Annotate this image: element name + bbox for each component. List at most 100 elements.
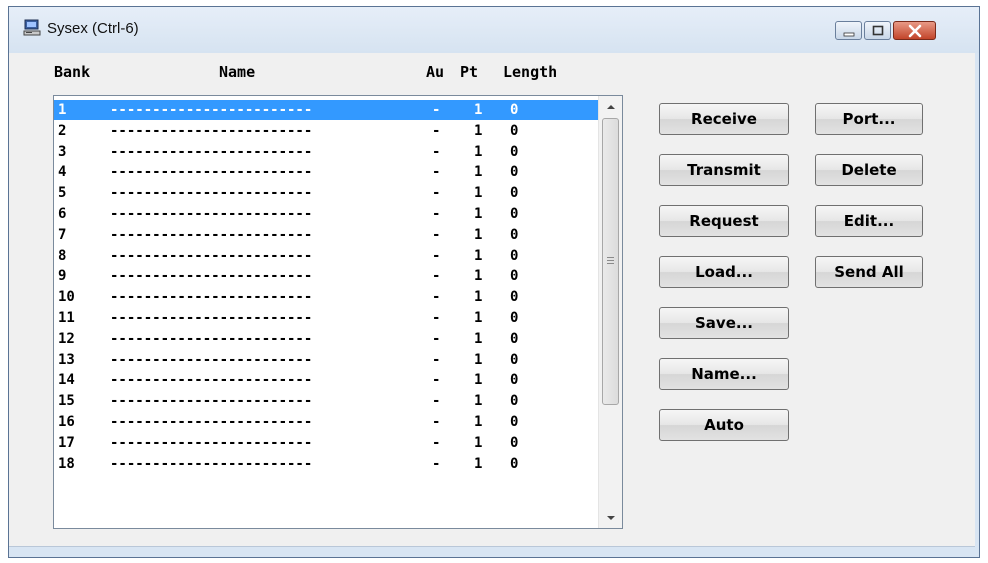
list-item[interactable]: 3 ------------------------ -1 0 (54, 142, 598, 162)
list-item[interactable]: 13 ------------------------ -1 0 (54, 350, 598, 370)
cell-au: - (432, 310, 441, 326)
list-item[interactable]: 16 ------------------------ -1 0 (54, 412, 598, 432)
name-button[interactable]: Name... (659, 358, 789, 390)
list-item[interactable]: 10 ------------------------ -1 0 (54, 287, 598, 307)
cell-name: ------------------------ (110, 455, 313, 472)
cell-bank: 13 (58, 351, 75, 368)
cell-name: ------------------------ (110, 268, 313, 285)
maximize-button[interactable] (864, 21, 891, 40)
cell-length: 0 (510, 372, 519, 389)
cell-pt: 1 (474, 185, 483, 202)
column-header-au: Au (426, 63, 445, 81)
list-item[interactable]: 17 ------------------------ -1 0 (54, 433, 598, 453)
title-bar[interactable]: Sysex (Ctrl-6) (9, 7, 979, 53)
cell-pt: 1 (474, 372, 483, 389)
cell-pt: 1 (474, 393, 483, 410)
cell-name: ------------------------ (110, 414, 313, 430)
client-area: Bank Name Au Pt Length 18 ---------------… (9, 53, 975, 547)
cell-length: 0 (510, 247, 519, 264)
close-icon (908, 24, 922, 38)
cell-pt: 1 (474, 143, 483, 160)
cell-length: 0 (510, 434, 519, 451)
cell-pt: 1 (474, 206, 483, 222)
list-item[interactable]: 9 ------------------------ -1 0 (54, 266, 598, 286)
list-item[interactable]: 8 ------------------------ -1 0 (54, 246, 598, 266)
cell-bank: 12 (58, 330, 75, 347)
cell-au: - (432, 372, 441, 389)
list-item[interactable]: 18 ------------------------ -1 0 (54, 454, 598, 474)
receive-button[interactable]: Receive (659, 103, 789, 135)
list-item[interactable]: 7 ------------------------ -1 0 (54, 225, 598, 245)
cell-length: 0 (510, 289, 519, 306)
cell-au: - (432, 455, 441, 472)
cell-pt: 1 (474, 310, 483, 326)
cell-bank: 7 (58, 226, 67, 243)
thumb-grip (607, 260, 614, 261)
auto-button[interactable]: Auto (659, 409, 789, 441)
minimize-button[interactable] (835, 21, 862, 40)
cell-length: 0 (510, 351, 519, 368)
minimize-icon (843, 32, 855, 37)
cell-pt: 1 (474, 414, 483, 430)
column-header-length: Length (503, 63, 558, 81)
send-all-button[interactable]: Send All (815, 256, 923, 288)
scroll-down-icon[interactable] (599, 508, 623, 528)
close-button[interactable] (893, 21, 936, 40)
list-item[interactable]: 12 ------------------------ -1 0 (54, 329, 598, 349)
list-item[interactable]: 1 ------------------------ -1 0 (54, 100, 598, 120)
cell-name: ------------------------ (110, 185, 313, 202)
cell-pt: 1 (474, 330, 483, 347)
cell-length: 0 (510, 268, 519, 285)
load-button[interactable]: Load... (659, 256, 789, 288)
delete-button[interactable]: Delete (815, 154, 923, 186)
column-header-bank: Bank (54, 63, 91, 81)
cell-au: - (432, 434, 441, 451)
list-item[interactable]: 11 ------------------------ -1 0 (54, 308, 598, 328)
port-button[interactable]: Port... (815, 103, 923, 135)
maximize-icon (872, 25, 884, 36)
thumb-grip (607, 263, 614, 264)
scroll-thumb[interactable] (602, 118, 619, 405)
cell-au: - (432, 185, 441, 202)
list-item[interactable]: 15 ------------------------ -1 0 (54, 391, 598, 411)
edit-button[interactable]: Edit... (815, 205, 923, 237)
cell-name: ------------------------ (110, 226, 313, 243)
cell-length: 0 (510, 310, 519, 326)
cell-bank: 10 (58, 289, 75, 306)
sysex-window: Sysex (Ctrl-6) Bank Name Au Pt Length 18… (8, 6, 980, 558)
vertical-scrollbar[interactable] (598, 96, 623, 528)
cell-au: - (432, 351, 441, 368)
list-item[interactable]: 4 ------------------------ -1 0 (54, 162, 598, 182)
cell-au: - (432, 102, 441, 118)
thumb-grip (607, 257, 614, 258)
cell-bank: 2 (58, 122, 67, 139)
cell-length: 0 (510, 185, 519, 202)
list-item[interactable]: 5 ------------------------ -1 0 (54, 183, 598, 203)
list-item[interactable]: 6 ------------------------ -1 0 (54, 204, 598, 224)
cell-name: ------------------------ (110, 102, 313, 118)
cell-au: - (432, 206, 441, 222)
request-button[interactable]: Request (659, 205, 789, 237)
transmit-button[interactable]: Transmit (659, 154, 789, 186)
cell-au: - (432, 393, 441, 410)
cell-name: ------------------------ (110, 164, 313, 181)
cell-name: ------------------------ (110, 330, 313, 347)
list-item[interactable]: 14 ------------------------ -1 0 (54, 370, 598, 390)
cell-au: - (432, 289, 441, 306)
cell-length: 0 (510, 455, 519, 472)
save-button[interactable]: Save... (659, 307, 789, 339)
cell-au: - (432, 247, 441, 264)
cell-name: ------------------------ (110, 393, 313, 410)
bank-list[interactable]: 18 ------------------------ -1 0 17 ---------… (53, 95, 623, 529)
cell-bank: 5 (58, 185, 67, 202)
cell-length: 0 (510, 393, 519, 410)
cell-length: 0 (510, 206, 519, 222)
scroll-up-icon[interactable] (599, 96, 623, 116)
cell-name: ------------------------ (110, 372, 313, 389)
cell-bank: 17 (58, 434, 75, 451)
list-item[interactable]: 2 ------------------------ -1 0 (54, 121, 598, 141)
cell-bank: 4 (58, 164, 67, 181)
cell-bank: 9 (58, 268, 67, 285)
cell-au: - (432, 143, 441, 160)
cell-bank: 3 (58, 143, 67, 160)
